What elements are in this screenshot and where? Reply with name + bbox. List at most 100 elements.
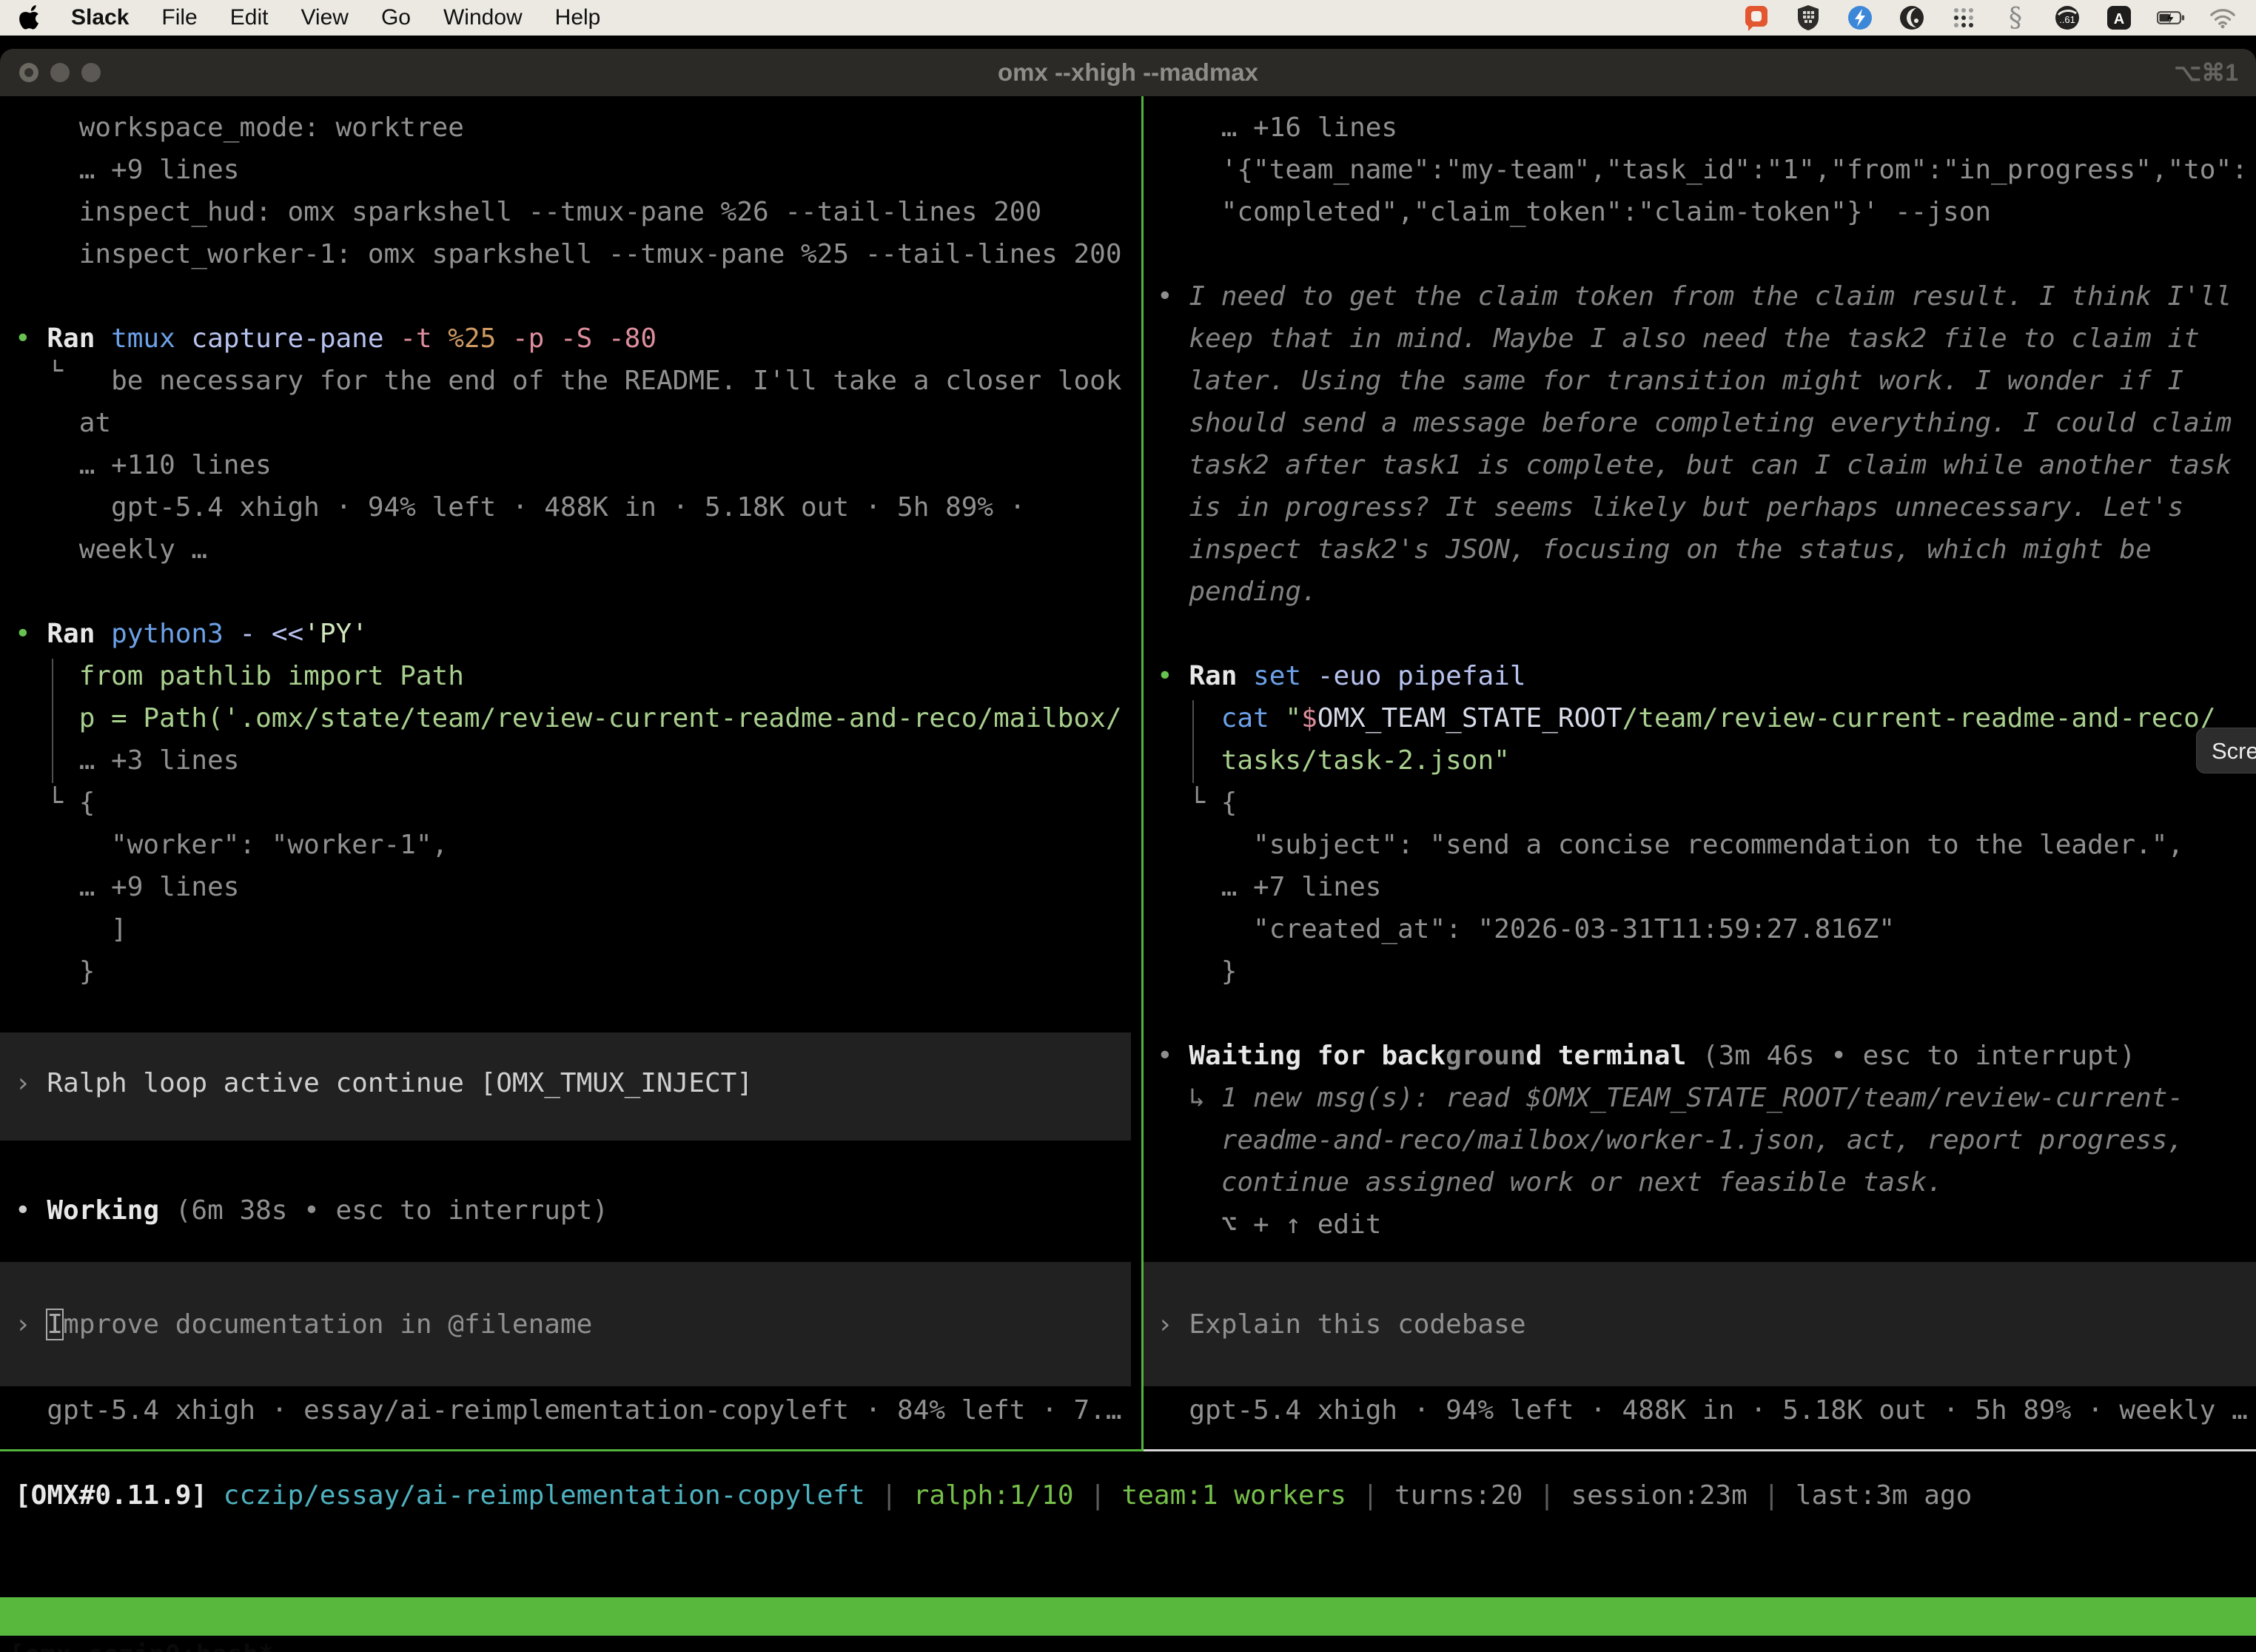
terminal-line: • Waiting for background terminal (3m 46… <box>1157 1035 2256 1077</box>
pane-status-right: gpt-5.4 xhigh · 94% left · 488K in · 5.1… <box>1144 1389 2248 1431</box>
menu-item-file[interactable]: File <box>161 5 197 30</box>
pane-scrollback: … +16 lines '{"team_name":"my-team","tas… <box>1144 107 2256 1246</box>
terminal-line: └ { <box>1157 782 2256 824</box>
moon-crescent-icon[interactable] <box>1898 4 1926 32</box>
terminal-line: from pathlib import Path <box>15 655 1141 697</box>
terminal-line: continue assigned work or next feasible … <box>1157 1161 2256 1203</box>
section-hook-icon[interactable]: § <box>2001 4 2030 32</box>
terminal-line: • Ran python3 - <<'PY' <box>15 613 1141 655</box>
dot-grid-icon[interactable] <box>1950 4 1978 32</box>
blue-bolt-icon[interactable] <box>1846 4 1874 32</box>
terminal-line: … +9 lines <box>15 866 1141 908</box>
window-title: omx --xhigh --madmax <box>0 49 2256 96</box>
menu-bar: Slack File Edit View Go Window Help § <box>0 0 2256 36</box>
terminal-line: › Ralph loop active continue [OMX_TMUX_I… <box>15 1062 1131 1104</box>
slack-tray-icon[interactable] <box>1742 4 1770 32</box>
terminal-line: … +110 lines <box>15 444 1141 486</box>
terminal-line: task2 after task1 is complete, but can I… <box>1157 444 2256 486</box>
tmux-pane-hud[interactable]: workspace_mode: worktree … +9 lines insp… <box>0 96 1141 1652</box>
terminal-line: › Improve documentation in @filename <box>15 1303 1131 1346</box>
tmux-session: workspace_mode: worktree … +9 lines insp… <box>0 96 2256 1652</box>
menu-item-go[interactable]: Go <box>381 5 411 30</box>
pane-border-bottom-right <box>1144 1449 2256 1451</box>
terminal-line: } <box>15 950 1141 993</box>
terminal-line: › Explain this codebase <box>1157 1303 2256 1346</box>
prompt-input-right[interactable]: › Explain this codebase <box>1144 1262 2256 1386</box>
prompt-input-left[interactable]: › Improve documentation in @filename <box>0 1262 1131 1386</box>
terminal-line <box>1157 233 2256 275</box>
menu-item-view[interactable]: View <box>301 5 348 30</box>
terminal-line: • Ran set -euo pipefail <box>1157 655 2256 697</box>
terminal-line: gpt-5.4 xhigh · 94% left · 488K in · 5.1… <box>1157 1389 2248 1431</box>
terminal-line: … +9 lines <box>15 149 1141 191</box>
omx-status-line: [OMX#0.11.9] cczip/essay/ai-reimplementa… <box>0 1474 2256 1517</box>
terminal-line: should send a message before completing … <box>1157 402 2256 444</box>
terminal-line: ⌥ + ↑ edit <box>1157 1203 2256 1246</box>
menu-item-help[interactable]: Help <box>555 5 601 30</box>
badge-61-icon[interactable]: ..61 <box>2053 4 2081 32</box>
terminal-line: ] <box>15 908 1141 950</box>
apple-menu-icon[interactable] <box>19 5 41 30</box>
terminal-line: … +7 lines <box>1157 866 2256 908</box>
window-titlebar[interactable]: omx --xhigh --madmax ⌥⌘1 <box>0 49 2256 97</box>
terminal-line <box>1157 993 2256 1035</box>
terminal-line: ↳ 1 new msg(s): read $OMX_TEAM_STATE_ROO… <box>1157 1077 2256 1119</box>
terminal-window: omx --xhigh --madmax ⌥⌘1 workspace_mode:… <box>0 49 2256 1652</box>
terminal-line: • Working (6m 38s • esc to interrupt) <box>15 1189 608 1232</box>
pane-border-bottom-left <box>0 1449 1141 1451</box>
terminal-line: inspect_worker-1: omx sparkshell --tmux-… <box>15 233 1141 275</box>
terminal-line: • Ran tmux capture-pane -t %25 -p -S -80 <box>15 318 1141 360</box>
terminal-line <box>15 275 1141 318</box>
terminal-line: '{"team_name":"my-team","task_id":"1","f… <box>1157 149 2256 191</box>
menu-item-slack[interactable]: Slack <box>71 5 129 30</box>
terminal-line: at <box>15 402 1141 444</box>
menu-item-window[interactable]: Window <box>443 5 523 30</box>
menu-item-edit[interactable]: Edit <box>230 5 269 30</box>
desktop: Slack File Edit View Go Window Help § <box>0 0 2256 1652</box>
terminal-line: } <box>1157 950 2256 993</box>
terminal-line: inspect task2's JSON, focusing on the st… <box>1157 528 2256 571</box>
tmux-status-bar: [omx-cczip0:bash* "MacBook-Pro-44.local"… <box>0 1597 2256 1636</box>
terminal-line: … +16 lines <box>1157 107 2256 149</box>
terminal-line: weekly … <box>15 528 1141 571</box>
tmux-window-tab[interactable]: [omx-cczip0:bash* <box>9 1636 274 1652</box>
screenshot-popup: Scre <box>2196 728 2256 773</box>
terminal-line <box>15 571 1141 613</box>
terminal-line: is in progress? It seems likely but perh… <box>1157 486 2256 528</box>
output-connector-line <box>1192 700 1194 783</box>
terminal-line: "created_at": "2026-03-31T11:59:27.816Z" <box>1157 908 2256 950</box>
terminal-line: "completed","claim_token":"claim-token"}… <box>1157 191 2256 233</box>
shield-grid-icon[interactable] <box>1794 4 1822 32</box>
pane-status-left: gpt-5.4 xhigh · essay/ai-reimplementatio… <box>0 1389 1122 1431</box>
terminal-line: workspace_mode: worktree <box>15 107 1141 149</box>
terminal-line: • I need to get the claim token from the… <box>1157 275 2256 318</box>
terminal-line: later. Using the same for transition mig… <box>1157 360 2256 402</box>
pane-scrollback: workspace_mode: worktree … +9 lines insp… <box>0 107 1141 993</box>
terminal-line: p = Path('.omx/state/team/review-current… <box>15 697 1141 739</box>
window-shortcut-badge: ⌥⌘1 <box>2174 49 2238 96</box>
terminal-line: inspect_hud: omx sparkshell --tmux-pane … <box>15 191 1141 233</box>
battery-icon[interactable] <box>2157 4 2185 32</box>
output-connector-line <box>52 659 53 783</box>
terminal-line: keep that in mind. Maybe I also need the… <box>1157 318 2256 360</box>
terminal-line: "subject": "send a concise recommendatio… <box>1157 824 2256 866</box>
terminal-line: "worker": "worker-1", <box>15 824 1141 866</box>
tmux-pane-worker[interactable]: … +16 lines '{"team_name":"my-team","tas… <box>1144 96 2256 1652</box>
svg-text:..61: ..61 <box>2059 14 2075 25</box>
terminal-line: … +3 lines <box>15 739 1141 782</box>
terminal-line: readme-and-reco/mailbox/worker-1.json, a… <box>1157 1119 2256 1161</box>
terminal-line: pending. <box>1157 571 2256 613</box>
terminal-line: gpt-5.4 xhigh · 94% left · 488K in · 5.1… <box>15 486 1141 528</box>
terminal-line: [OMX#0.11.9] cczip/essay/ai-reimplementa… <box>15 1474 2256 1517</box>
working-status: • Working (6m 38s • esc to interrupt) <box>0 1189 608 1232</box>
svg-text:A: A <box>2114 11 2124 27</box>
terminal-line <box>1157 613 2256 655</box>
wifi-icon[interactable] <box>2209 4 2237 32</box>
terminal-line: tasks/task-2.json" <box>1157 739 2256 782</box>
terminal-line: └ be necessary for the end of the README… <box>15 360 1141 402</box>
a-key-icon[interactable]: A <box>2105 4 2133 32</box>
status-tray: § ..61 A <box>1742 4 2256 32</box>
terminal-line: └ { <box>15 782 1141 824</box>
terminal-line: cat "$OMX_TEAM_STATE_ROOT/team/review-cu… <box>1157 697 2256 739</box>
ralph-loop-banner: › Ralph loop active continue [OMX_TMUX_I… <box>0 1032 1131 1141</box>
